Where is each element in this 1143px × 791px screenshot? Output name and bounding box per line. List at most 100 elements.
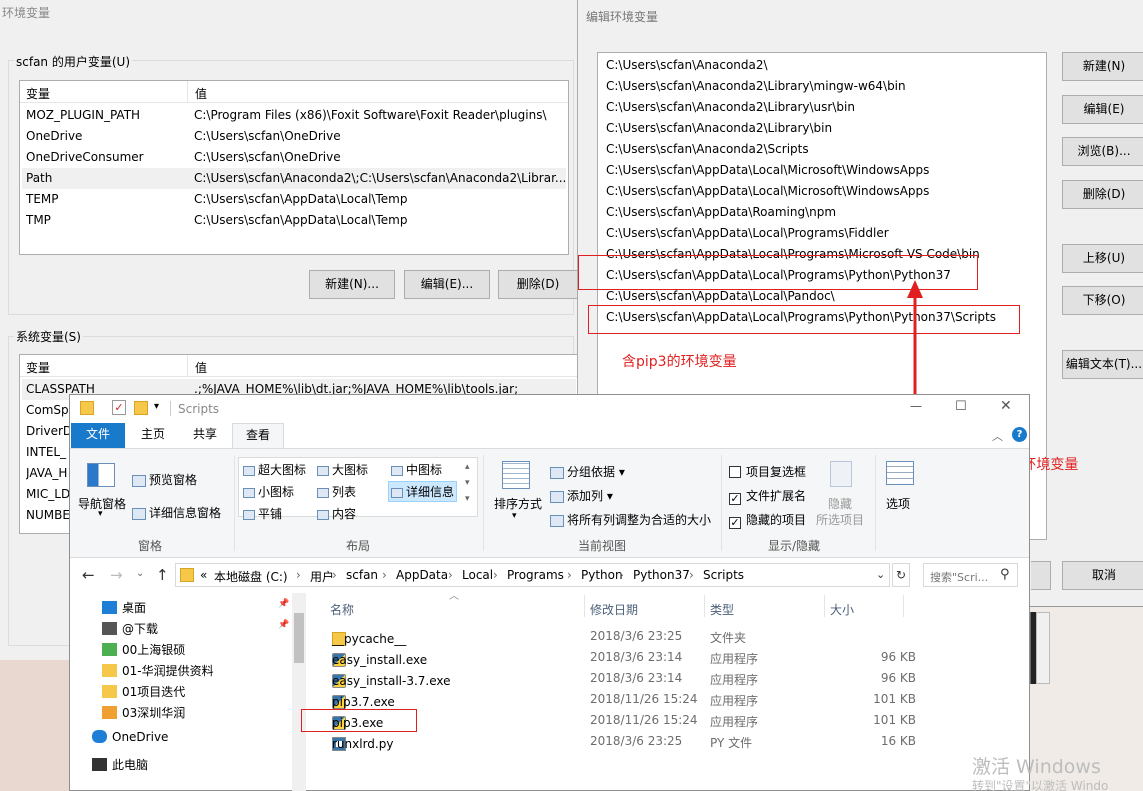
checkbox-checked[interactable]: ✓ <box>729 493 741 505</box>
breadcrumb-overflow[interactable]: « <box>200 568 207 582</box>
delete-button[interactable]: 删除(D) <box>1062 180 1143 209</box>
options-button[interactable]: 选项 <box>886 495 910 512</box>
chevron-right-icon[interactable]: › <box>382 568 387 582</box>
breadcrumb-item[interactable]: Local <box>462 568 493 582</box>
user-var-row[interactable]: OneDriveConsumer C:\Users\scfan\OneDrive <box>22 147 566 168</box>
breadcrumb-item[interactable]: Programs <box>507 568 564 582</box>
user-var-row[interactable]: Path C:\Users\scfan\Anaconda2\;C:\Users\s… <box>22 168 566 189</box>
nav-item[interactable]: 01-华润提供资料 <box>102 662 214 679</box>
column-date[interactable]: 修改日期 <box>590 601 638 618</box>
tab-home[interactable]: 主页 <box>128 423 178 448</box>
user-var-row[interactable]: MOZ_PLUGIN_PATH C:\Program Files (x86)\Fo… <box>22 105 566 126</box>
user-var-row[interactable]: OneDrive C:\Users\scfan\OneDrive <box>22 126 566 147</box>
breadcrumb-item[interactable]: Scripts <box>703 568 744 582</box>
header-value[interactable]: 值 <box>195 85 207 102</box>
maximize-button[interactable]: ☐ <box>955 399 967 414</box>
user-var-row[interactable]: TMP C:\Users\scfan\AppData\Local\Temp <box>22 210 566 231</box>
checkbox-checked[interactable]: ✓ <box>729 517 741 529</box>
help-icon[interactable]: ? <box>1012 427 1027 442</box>
move-up-button[interactable]: 上移(U) <box>1062 244 1143 273</box>
tab-file[interactable]: 文件 <box>71 423 125 448</box>
search-box[interactable]: 搜索"Scri... ⚲ <box>923 563 1018 587</box>
search-input[interactable]: 搜索"Scri... <box>930 569 988 585</box>
path-entry[interactable]: C:\Users\scfan\Anaconda2\Library\mingw-w… <box>600 76 1044 97</box>
hide-selected-button[interactable]: 隐藏 <box>828 495 852 512</box>
close-button[interactable]: ✕ <box>1000 398 1012 414</box>
chevron-right-icon[interactable]: › <box>332 568 337 582</box>
move-down-button[interactable]: 下移(O) <box>1062 286 1143 315</box>
column-name[interactable]: 名称 <box>330 601 354 618</box>
edit-button[interactable]: 编辑(E) <box>1062 95 1143 124</box>
search-icon[interactable]: ⚲ <box>1000 567 1010 582</box>
tab-view[interactable]: 查看 <box>232 423 284 449</box>
path-entry[interactable]: C:\Users\scfan\Anaconda2\Library\usr\bin <box>600 97 1044 118</box>
path-entry[interactable]: C:\Users\scfan\AppData\Local\Microsoft\W… <box>600 160 1044 181</box>
preview-pane-button[interactable]: 预览窗格 <box>132 471 197 488</box>
nav-item[interactable]: 00上海银硕 <box>102 641 185 658</box>
layout-tiles[interactable]: 平铺 <box>243 505 282 522</box>
refresh-icon[interactable]: ↻ <box>892 563 910 587</box>
edit-text-button[interactable]: 编辑文本(T)... <box>1062 350 1143 379</box>
breadcrumb-item[interactable]: 本地磁盘 (C:) <box>214 568 288 585</box>
path-entry[interactable]: C:\Users\scfan\Anaconda2\ <box>600 55 1044 76</box>
layout-list[interactable]: 列表 <box>317 483 356 500</box>
file-extensions-toggle[interactable]: ✓ 文件扩展名 <box>729 487 806 505</box>
fit-columns-button[interactable]: 将所有列调整为合适的大小 <box>550 511 711 528</box>
checkbox-unchecked[interactable] <box>729 466 741 478</box>
chevron-right-icon[interactable]: › <box>493 568 498 582</box>
file-row[interactable]: easy_install.exe 2018/3/6 23:14 应用程序 96 KB <box>326 647 1016 668</box>
cancel-button[interactable]: 取消 <box>1062 561 1143 590</box>
header-variable[interactable]: 变量 <box>26 85 50 102</box>
nav-item[interactable]: @下载 📌 <box>102 620 289 637</box>
group-by-button[interactable]: 分组依据 ▾ <box>550 463 625 480</box>
up-arrow-icon[interactable]: ↑ <box>156 566 169 584</box>
checkmark-icon[interactable]: ✓ <box>112 400 126 415</box>
forward-arrow-icon[interactable]: → <box>110 566 123 584</box>
layout-details[interactable]: 详细信息 <box>388 481 458 502</box>
nav-item[interactable]: 03深圳华润 <box>102 704 185 721</box>
nav-scrollbar[interactable] <box>292 593 306 791</box>
nav-scrollbar-thumb[interactable] <box>294 613 304 663</box>
breadcrumb-item[interactable]: 用户 <box>310 568 334 585</box>
breadcrumb-item[interactable]: scfan <box>346 568 378 582</box>
add-column-button[interactable]: 添加列 ▾ <box>550 487 613 504</box>
layout-content[interactable]: 内容 <box>317 505 356 522</box>
sort-by-button[interactable]: 排序方式 <box>494 495 542 512</box>
path-entry[interactable]: C:\Users\scfan\Anaconda2\Scripts <box>600 139 1044 160</box>
file-row[interactable]: pip3.7.exe 2018/11/26 15:24 应用程序 101 KB <box>326 689 1016 710</box>
ok-button-edge[interactable] <box>1031 561 1051 590</box>
user-vars-list[interactable]: 变量 值 MOZ_PLUGIN_PATH C:\Program Files (x8… <box>19 80 569 255</box>
layout-small-icons[interactable]: 小图标 <box>243 483 294 500</box>
back-arrow-icon[interactable]: ← <box>82 566 95 584</box>
nav-item[interactable]: 此电脑 <box>92 756 148 773</box>
breadcrumb-item[interactable]: Python <box>581 568 623 582</box>
user-new-button[interactable]: 新建(N)... <box>309 270 395 299</box>
chevron-up-icon[interactable]: ︿ <box>992 428 1003 444</box>
user-delete-button[interactable]: 删除(D) <box>498 270 578 299</box>
nav-item[interactable]: 桌面 📌 <box>102 599 289 616</box>
chevron-down-icon[interactable]: ⌄ <box>136 568 144 579</box>
layout-extra-large-icons[interactable]: 超大图标 <box>243 461 306 478</box>
chevron-right-icon[interactable]: › <box>448 568 453 582</box>
chevron-right-icon[interactable]: › <box>567 568 572 582</box>
nav-item[interactable]: 01项目迭代 <box>102 683 185 700</box>
pin-icon[interactable]: 📌 <box>278 599 289 609</box>
user-var-row[interactable]: TEMP C:\Users\scfan\AppData\Local\Temp <box>22 189 566 210</box>
header-value[interactable]: 值 <box>195 359 207 376</box>
address-box[interactable]: «本地磁盘 (C:) › 用户 › scfan › AppData › Local › Progra… <box>175 563 890 587</box>
details-pane-button[interactable]: 详细信息窗格 <box>132 504 221 521</box>
tab-share[interactable]: 共享 <box>180 423 230 448</box>
chevron-down-icon[interactable]: ⌄ <box>876 568 885 581</box>
hidden-items-toggle[interactable]: ✓ 隐藏的项目 <box>729 511 806 529</box>
chevron-right-icon[interactable]: › <box>689 568 694 582</box>
user-edit-button[interactable]: 编辑(E)... <box>404 270 490 299</box>
file-row[interactable]: pip3.exe 2018/11/26 15:24 应用程序 101 KB <box>326 710 1016 731</box>
breadcrumb-item[interactable]: AppData <box>396 568 448 582</box>
column-size[interactable]: 大小 <box>830 601 854 618</box>
column-type[interactable]: 类型 <box>710 601 734 618</box>
chevron-down-icon[interactable]: ▾ <box>154 401 159 412</box>
path-entry[interactable]: C:\Users\scfan\AppData\Local\Microsoft\W… <box>600 181 1044 202</box>
pin-icon[interactable]: 📌 <box>278 620 289 630</box>
new-folder-icon[interactable] <box>134 401 148 415</box>
file-row[interactable]: __pycache__ 2018/3/6 23:25 文件夹 <box>326 626 1016 647</box>
